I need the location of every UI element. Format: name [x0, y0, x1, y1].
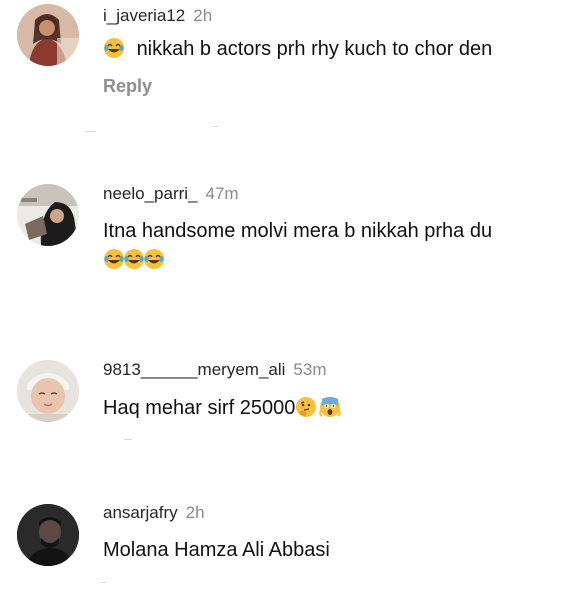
comment-meta: neelo_parri_ 47m	[103, 184, 239, 204]
avatar[interactable]	[17, 4, 79, 66]
avatar-photo	[17, 504, 79, 566]
emoji-row	[103, 248, 165, 271]
divider	[86, 131, 96, 132]
divider	[100, 582, 106, 583]
username[interactable]: neelo_parri_	[103, 184, 198, 203]
avatar-photo	[17, 4, 79, 66]
timestamp: 2h	[193, 6, 213, 25]
avatar[interactable]	[17, 184, 79, 246]
timestamp: 2h	[185, 503, 205, 522]
comment-meta: 9813______meryem_ali 53m	[103, 360, 326, 380]
face-with-tears-of-joy-icon	[123, 248, 145, 270]
timestamp: 47m	[205, 184, 239, 203]
comment-meta: ansarjafry 2h	[103, 503, 205, 523]
comment-text-content: Molana Hamza Ali Abbasi	[103, 539, 330, 561]
comment-text: Itna handsome molvi mera b nikkah prha d…	[103, 218, 492, 244]
divider	[212, 126, 218, 127]
thinking-face-icon	[295, 396, 317, 418]
reply-button[interactable]: Reply	[103, 76, 152, 97]
timestamp: 53m	[293, 360, 327, 379]
comment-text-content: nikkah b actors prh rhy kuch to chor den	[136, 38, 493, 60]
username[interactable]: 9813______meryem_ali	[103, 360, 285, 379]
face-with-tears-of-joy-icon	[143, 248, 165, 270]
comment-meta: i_javeria12 2h	[103, 6, 212, 26]
comment-text: Haq mehar sirf 25000	[103, 395, 342, 421]
comment-text: Molana Hamza Ali Abbasi	[103, 537, 330, 563]
username[interactable]: i_javeria12	[103, 6, 185, 25]
avatar-photo	[17, 360, 79, 422]
username[interactable]: ansarjafry	[103, 503, 178, 522]
avatar-photo	[17, 184, 79, 246]
comment-text-content: Haq mehar sirf 25000	[103, 397, 296, 419]
comment-text-content: Itna handsome molvi mera b nikkah prha d…	[103, 220, 493, 242]
divider	[124, 439, 132, 440]
face-with-tears-of-joy-icon	[103, 248, 125, 270]
avatar[interactable]	[17, 504, 79, 566]
face-with-tears-of-joy-icon	[103, 37, 125, 59]
face-screaming-in-fear-icon	[319, 396, 342, 418]
avatar[interactable]	[17, 360, 79, 422]
comment-text: nikkah b actors prh rhy kuch to chor den	[103, 36, 492, 62]
